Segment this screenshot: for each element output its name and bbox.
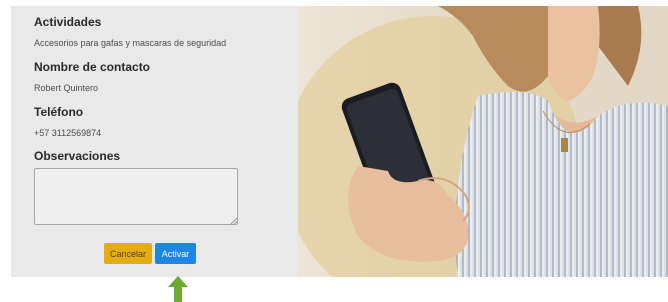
- contact-name-label: Nombre de contacto: [34, 60, 151, 74]
- phone-value: +57 3112569874: [34, 128, 102, 138]
- notes-label: Observaciones: [34, 149, 121, 163]
- arrow-up-icon: [168, 276, 188, 302]
- activate-button[interactable]: Activar: [155, 243, 196, 264]
- contact-name-value: Robert Quintero: [34, 83, 99, 93]
- notes-textarea[interactable]: [34, 168, 238, 225]
- cancel-button[interactable]: Cancelar: [104, 243, 152, 264]
- activities-label: Actividades: [34, 15, 102, 29]
- textarea-resize-handle[interactable]: [230, 218, 237, 225]
- provider-card: Actividades Accesorios para gafas y masc…: [11, 6, 668, 277]
- phone-label: Teléfono: [34, 105, 84, 119]
- hero-photo: [298, 6, 668, 277]
- provider-form: Actividades Accesorios para gafas y masc…: [11, 6, 298, 277]
- activities-value: Accesorios para gafas y mascaras de segu…: [34, 38, 227, 48]
